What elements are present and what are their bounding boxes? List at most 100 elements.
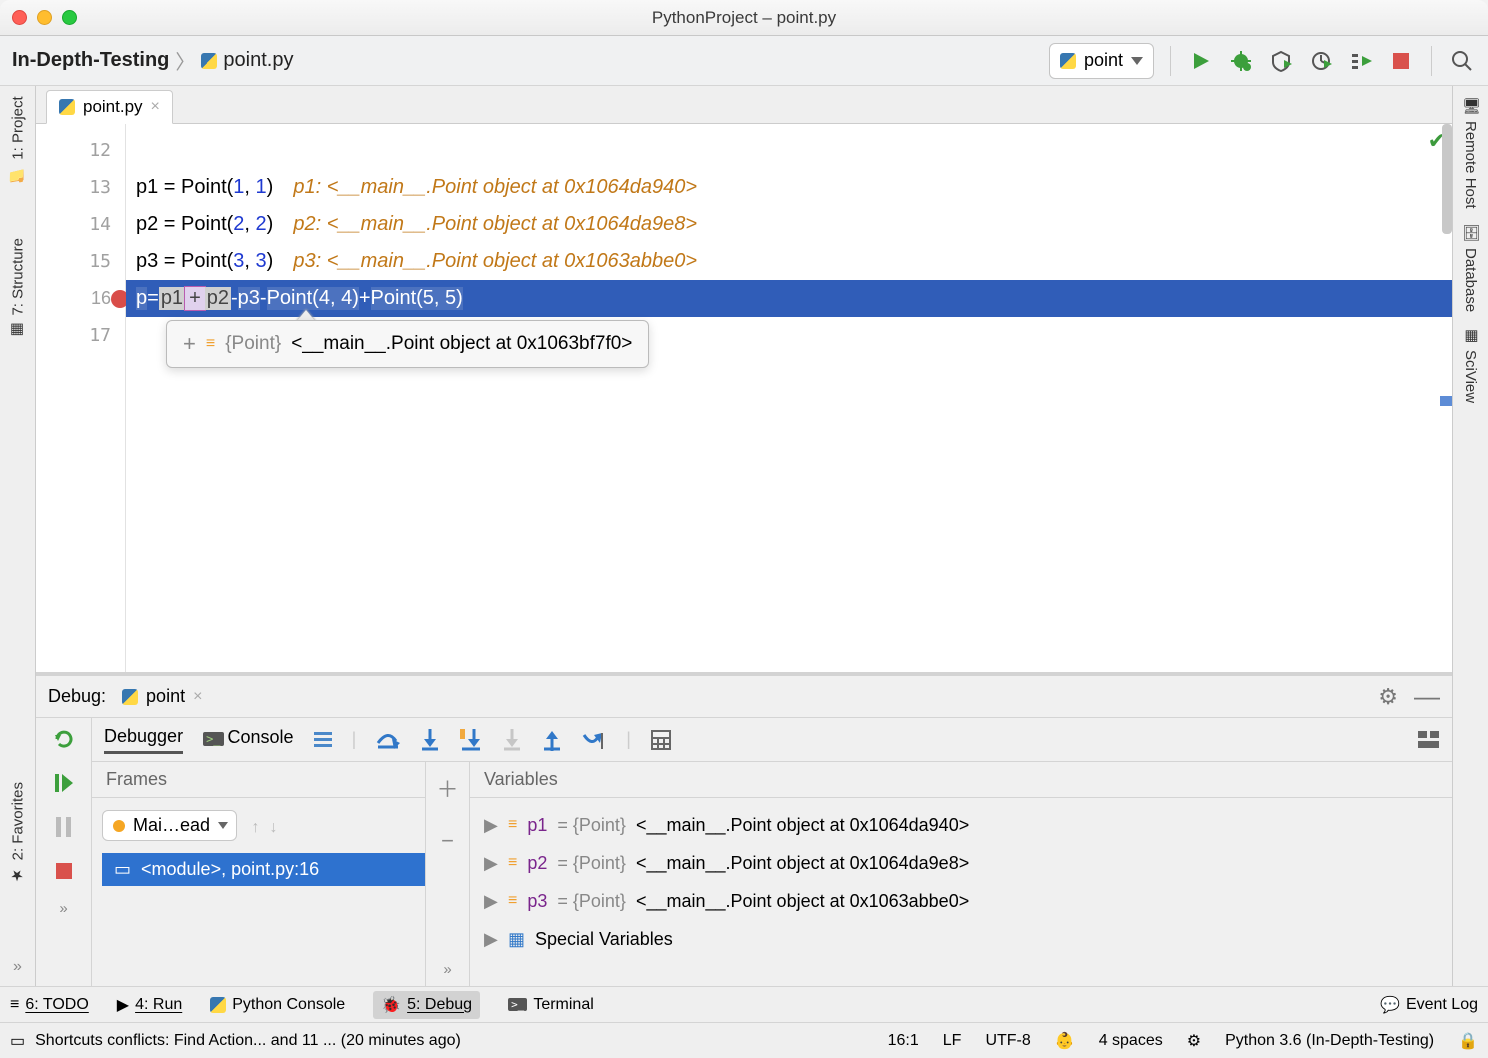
expand-triangle-icon[interactable]: ▶ (484, 815, 498, 836)
frames-panel: Frames Mai…ead ↑ ↓ (92, 762, 426, 986)
line-number[interactable]: 16 (36, 280, 125, 317)
thread-selector[interactable]: Mai…ead (102, 810, 237, 841)
tool-sciview[interactable]: ▦SciView (1462, 326, 1480, 403)
scrollbar-thumb[interactable] (1442, 124, 1452, 234)
status-message: Shortcuts conflicts: Find Action... and … (35, 1032, 461, 1050)
expand-triangle-icon[interactable]: ▶ (484, 929, 498, 950)
stop-debug-button[interactable] (49, 856, 79, 886)
thread-status-icon (113, 820, 125, 832)
code-line[interactable]: p2 = Point(2, 2)p2: <__main__.Point obje… (136, 206, 1452, 243)
layout-button[interactable] (1418, 731, 1440, 749)
frame-up-button[interactable]: ↑ (252, 819, 260, 837)
breadcrumb-file[interactable]: point.py (201, 49, 293, 72)
rerun-button[interactable] (49, 724, 79, 754)
python-file-icon (201, 53, 217, 69)
variable-row[interactable]: ▶▦Special Variables (484, 920, 1452, 958)
resume-button[interactable] (49, 768, 79, 798)
chevron-down-icon (1131, 57, 1143, 65)
tooltip-type: {Point} (225, 333, 281, 355)
object-icon: ≡ (508, 892, 517, 910)
run-to-cursor-button[interactable] (582, 729, 606, 751)
editor-tab-point-py[interactable]: point.py × (46, 90, 173, 124)
inspection-profile-icon[interactable]: 👶 (1055, 1031, 1075, 1051)
close-tab-icon[interactable]: × (151, 98, 160, 116)
close-window-button[interactable] (12, 10, 27, 25)
run-config-selector[interactable]: point (1049, 43, 1154, 79)
event-log-button[interactable]: 💬 Event Log (1380, 995, 1478, 1015)
tab-console[interactable]: >_Console (203, 727, 294, 752)
indent-settings[interactable]: 4 spaces (1099, 1032, 1163, 1050)
expand-icon[interactable]: » (443, 961, 451, 978)
variable-row[interactable]: ▶≡p3 = {Point} <__main__.Point object at… (484, 882, 1452, 920)
stop-button[interactable] (1387, 47, 1415, 75)
more-icon[interactable]: » (59, 900, 67, 917)
frame-down-button[interactable]: ↓ (270, 819, 278, 837)
force-step-into-button[interactable] (502, 729, 522, 751)
step-out-button[interactable] (542, 729, 562, 751)
tool-todo[interactable]: ≡ 6: TODO (10, 996, 89, 1014)
coverage-button[interactable] (1267, 47, 1295, 75)
variable-row[interactable]: ▶≡p2 = {Point} <__main__.Point object at… (484, 844, 1452, 882)
tool-favorites[interactable]: ★2: Favorites (9, 782, 27, 884)
tool-run[interactable]: ▶ 4: Run (117, 995, 182, 1015)
interpreter[interactable]: Python 3.6 (In-Depth-Testing) (1225, 1032, 1434, 1050)
expand-icon[interactable]: » (13, 958, 22, 976)
code-line[interactable]: p3 = Point(3, 3)p3: <__main__.Point obje… (136, 243, 1452, 280)
window-title: PythonProject – point.py (0, 8, 1488, 28)
tool-python-console[interactable]: Python Console (210, 996, 345, 1014)
debug-button[interactable] (1227, 47, 1255, 75)
expand-triangle-icon[interactable]: ▶ (484, 891, 498, 912)
quick-list-icon[interactable]: ▭ (10, 1031, 25, 1051)
minimize-icon[interactable]: — (1414, 681, 1440, 712)
close-icon[interactable]: × (193, 688, 202, 706)
profile-button[interactable] (1307, 47, 1335, 75)
line-ending[interactable]: LF (943, 1032, 962, 1050)
zoom-window-button[interactable] (62, 10, 77, 25)
code-area[interactable]: p1 = Point(1, 1)p1: <__main__.Point obje… (126, 124, 1452, 672)
add-watch-button[interactable]: ＋ (436, 772, 458, 804)
code-line[interactable] (136, 132, 1452, 169)
tool-debug[interactable]: 🐞 5: Debug (373, 991, 480, 1019)
run-button[interactable] (1187, 47, 1215, 75)
memory-lock-icon[interactable]: 🔒 (1458, 1031, 1478, 1051)
bottom-tool-buttons: ≡ 6: TODO ▶ 4: Run Python Console 🐞 5: D… (0, 986, 1488, 1022)
expand-triangle-icon[interactable]: ▶ (484, 853, 498, 874)
line-number: 12 (36, 132, 125, 169)
debug-side-controls: » (36, 718, 92, 986)
titlebar: PythonProject – point.py (0, 0, 1488, 36)
evaluate-button[interactable] (651, 730, 671, 750)
code-line[interactable]: p1 = Point(1, 1)p1: <__main__.Point obje… (136, 169, 1452, 206)
tool-project[interactable]: 📁1: Project (9, 96, 27, 184)
caret-position[interactable]: 16:1 (888, 1032, 919, 1050)
tool-database[interactable]: 🗄Database (1462, 223, 1480, 312)
tool-remote-host[interactable]: 🖥Remote Host (1462, 96, 1480, 209)
variables-panel: Variables ▶≡p1 = {Point} <__main__.Point… (470, 762, 1452, 986)
minimize-window-button[interactable] (37, 10, 52, 25)
settings-icon[interactable]: ⚙ (1378, 684, 1398, 710)
editor-scrollbar[interactable] (1440, 124, 1452, 672)
search-button[interactable] (1448, 47, 1476, 75)
stack-frame[interactable]: ▭ <module>, point.py:16 (102, 853, 425, 886)
special-vars-icon: ▦ (508, 929, 525, 950)
breadcrumb-project[interactable]: In-Depth-Testing (12, 49, 169, 72)
tool-structure[interactable]: ▦7: Structure (9, 238, 27, 340)
python-icon (210, 997, 226, 1013)
right-sidebar: 🖥Remote Host 🗄Database ▦SciView (1452, 86, 1488, 986)
code-editor[interactable]: ✔ 12 13 14 15 16 17 p1 = Point(1, 1)p1: … (36, 124, 1452, 672)
remove-watch-button[interactable]: − (441, 828, 454, 854)
concurrent-button[interactable] (1347, 47, 1375, 75)
watch-controls: ＋ − » (426, 762, 470, 986)
file-encoding[interactable]: UTF-8 (985, 1032, 1030, 1050)
current-execution-line[interactable]: p = p1 + p2 - p3 - Point(4, 4) + Point(5… (126, 280, 1452, 317)
step-over-button[interactable] (376, 729, 400, 751)
threads-icon[interactable] (314, 732, 332, 747)
tab-debugger[interactable]: Debugger (104, 726, 183, 754)
debug-session-tab[interactable]: point × (122, 686, 202, 707)
git-branch-icon[interactable]: ⚙ (1187, 1031, 1201, 1051)
step-into-mycode-button[interactable] (460, 729, 482, 751)
terminal-icon: >_ (508, 998, 527, 1011)
pause-button[interactable] (49, 812, 79, 842)
step-into-button[interactable] (420, 729, 440, 751)
variable-row[interactable]: ▶≡p1 = {Point} <__main__.Point object at… (484, 806, 1452, 844)
tool-terminal[interactable]: >_ Terminal (508, 996, 594, 1014)
